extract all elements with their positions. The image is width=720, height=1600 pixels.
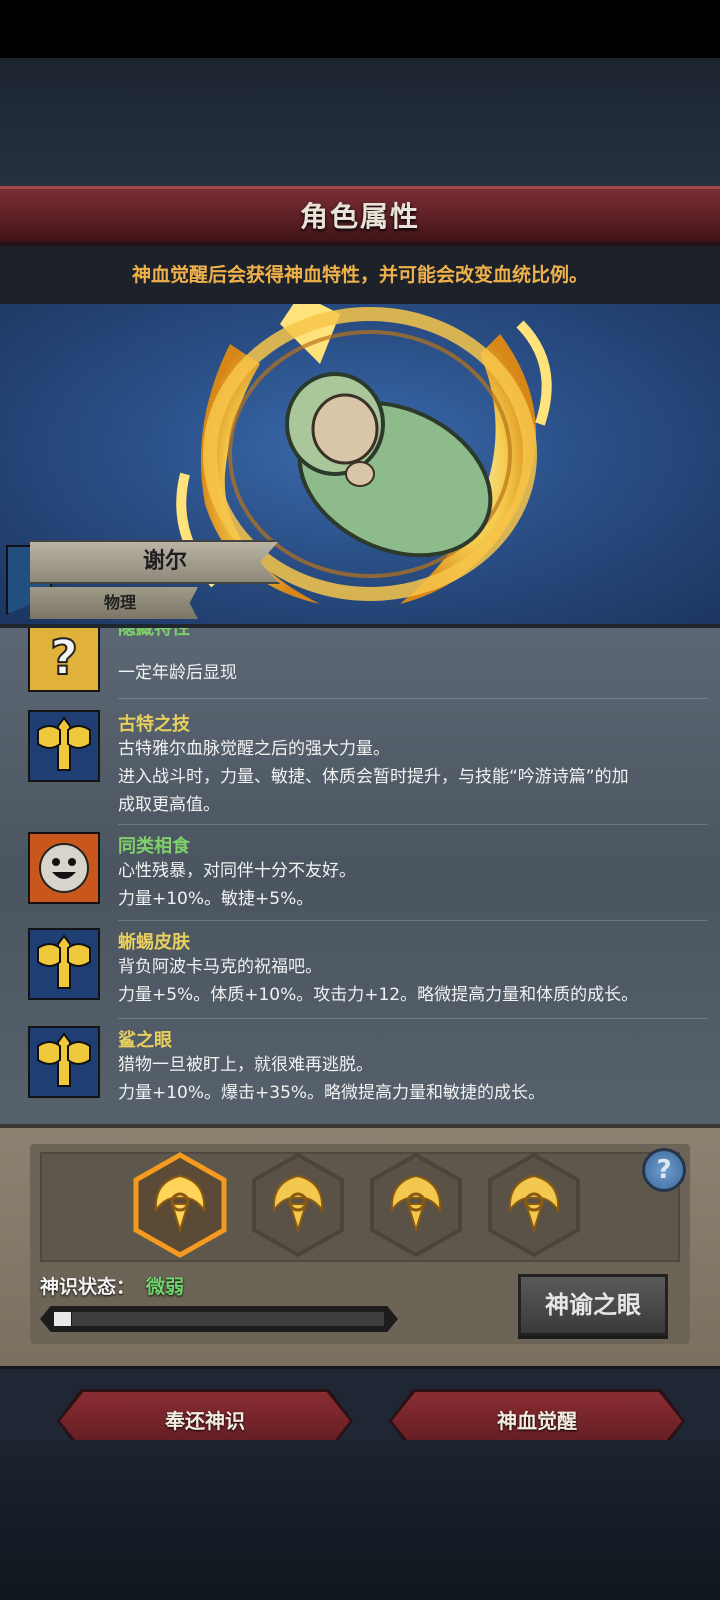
divine-slot-1[interactable] bbox=[132, 1152, 228, 1258]
help-icon: ? bbox=[656, 1155, 672, 1185]
question-mark-icon: ? bbox=[28, 628, 100, 692]
divine-progress-fill bbox=[54, 1312, 71, 1326]
axe-icon bbox=[28, 928, 100, 1000]
trait-desc: 力量+5%。体质+10%。攻击力+12。略微提高力量和体质的成长。 bbox=[118, 985, 639, 1005]
svg-text:?: ? bbox=[50, 630, 78, 686]
page-title: 角色属性 bbox=[299, 200, 420, 233]
trait-desc: 心性残暴，对同伴十分不友好。 bbox=[118, 861, 356, 881]
divider bbox=[118, 1018, 708, 1019]
trait-desc: 古特雅尔血脉觉醒之后的强大力量。 bbox=[118, 739, 390, 759]
divider bbox=[118, 824, 708, 825]
awakening-hint: 神血觉醒后会获得神血特性，并可能会改变血统比例。 bbox=[131, 264, 588, 286]
divine-slot-2[interactable] bbox=[250, 1152, 346, 1258]
trait-desc: 背负阿波卡马克的祝福吧。 bbox=[118, 957, 322, 977]
divine-slot-4[interactable] bbox=[486, 1152, 582, 1258]
divine-slot-3[interactable] bbox=[368, 1152, 464, 1258]
axe-icon bbox=[28, 710, 100, 782]
trait-desc: 猎物一旦被盯上，就很难再逃脱。 bbox=[118, 1055, 373, 1075]
trait-title: 鲨之眼 bbox=[118, 1030, 172, 1051]
trait-desc: 进入战斗时，力量、敏捷、体质会暂时提升，与技能“吟游诗篇”的加 bbox=[118, 767, 629, 787]
divider bbox=[118, 920, 708, 921]
help-button[interactable]: ? bbox=[642, 1148, 686, 1192]
character-type: 物理 bbox=[103, 593, 136, 612]
divider bbox=[118, 698, 708, 699]
title-header: 角色属性 bbox=[0, 186, 720, 246]
oracle-eye-button[interactable]: 神谕之眼 bbox=[518, 1274, 668, 1336]
divine-progress-track bbox=[72, 1312, 384, 1326]
axe-icon bbox=[28, 1026, 100, 1098]
trait-desc: 成取更高值。 bbox=[118, 795, 220, 815]
trait-title: 古特之技 bbox=[118, 714, 190, 735]
subtitle-bar: 神血觉醒后会获得神血特性，并可能会改变血统比例。 bbox=[0, 246, 720, 304]
trait-title: 蜥蜴皮肤 bbox=[118, 932, 190, 953]
trait-desc: 一定年龄后显现 bbox=[118, 663, 237, 683]
divine-status-value: 微弱 bbox=[146, 1276, 185, 1298]
status-bar-area bbox=[0, 0, 720, 58]
trait-title: 同类相食 bbox=[118, 836, 190, 857]
trait-title: 隐藏特性 bbox=[118, 624, 190, 639]
background-upper bbox=[0, 58, 720, 188]
trait-list[interactable]: ? 隐藏特性 一定年龄后显现 古特之技 古特雅尔血脉觉醒之后的强大力量。 进入战… bbox=[0, 624, 720, 1124]
trait-desc: 力量+10%。敏捷+5%。 bbox=[118, 889, 314, 909]
divine-status-label: 神识状态： bbox=[40, 1276, 136, 1298]
bottom-background bbox=[0, 1440, 720, 1600]
trait-desc: 力量+10%。爆击+35%。略微提高力量和敏捷的成长。 bbox=[118, 1083, 546, 1103]
smiley-icon bbox=[28, 832, 100, 904]
character-name: 谢尔 bbox=[142, 549, 187, 574]
